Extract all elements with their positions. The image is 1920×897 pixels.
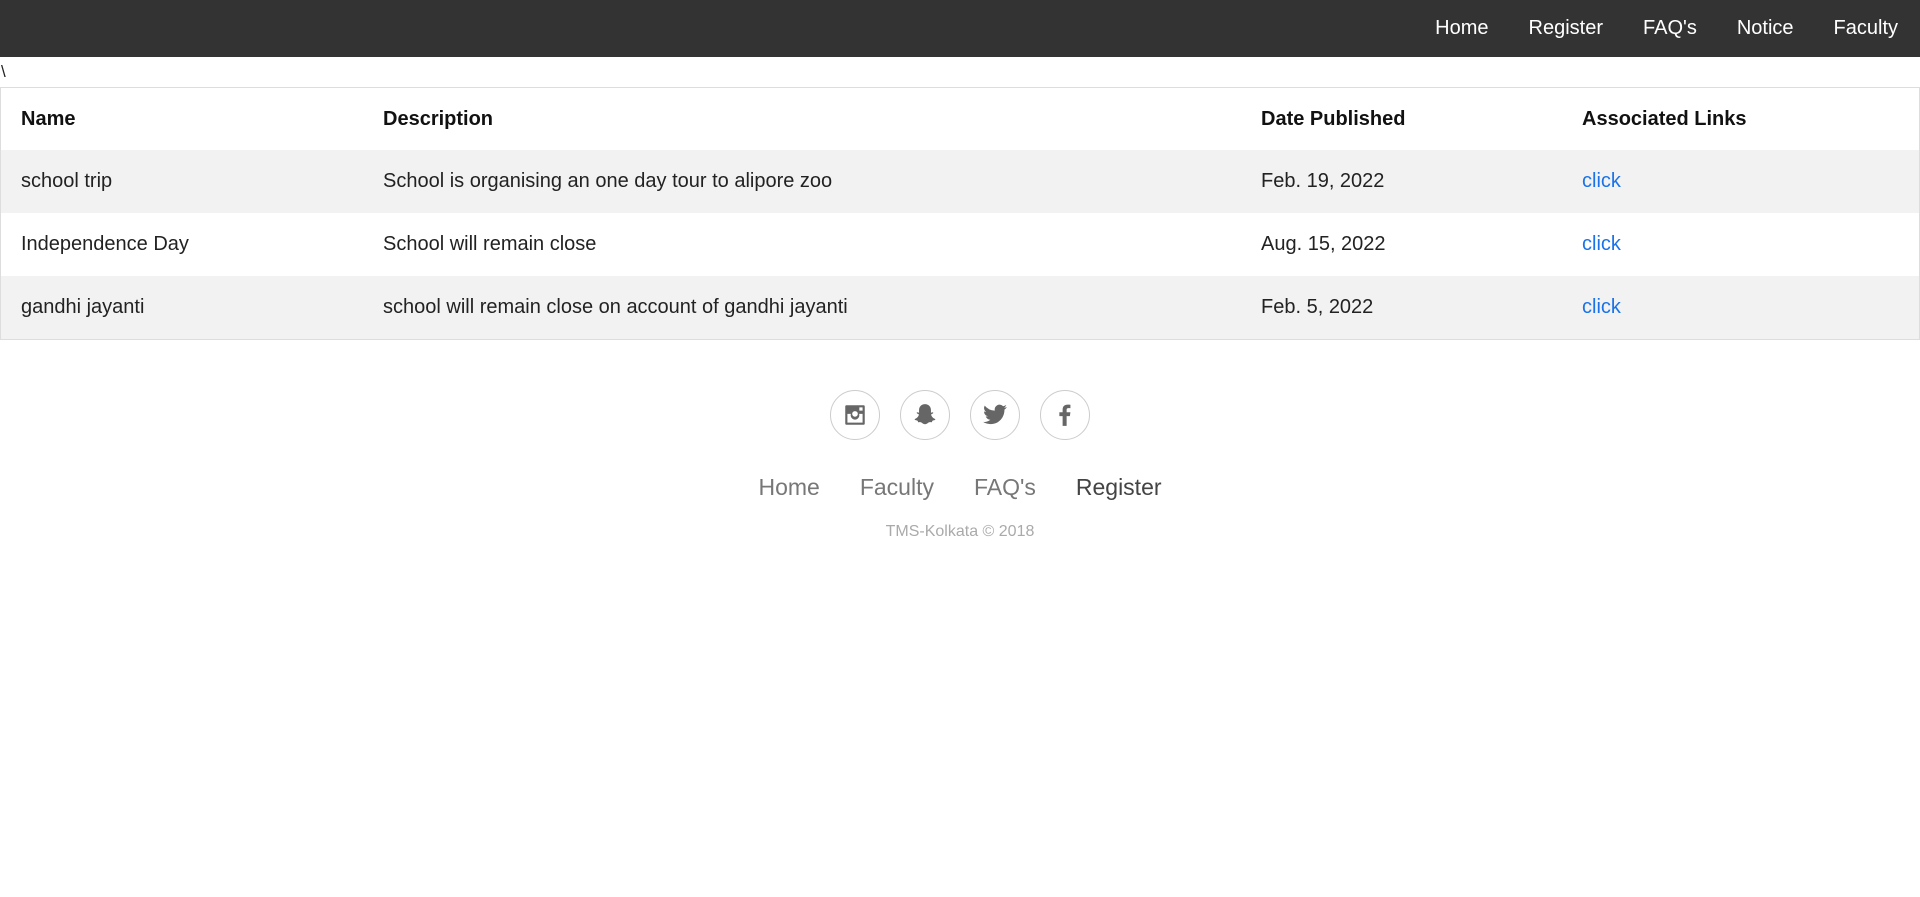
cell-description: School is organising an one day tour to … bbox=[383, 170, 833, 192]
nav-faculty[interactable]: Faculty bbox=[1814, 0, 1918, 57]
cell-description: school will remain close on account of g… bbox=[383, 296, 848, 318]
cell-link: click bbox=[1562, 150, 1920, 213]
click-link[interactable]: click bbox=[1582, 170, 1621, 192]
stray-backslash: \ bbox=[1, 62, 6, 81]
footer-link-faculty[interactable]: Faculty bbox=[840, 474, 954, 501]
cell-date: Feb. 19, 2022 bbox=[1261, 170, 1385, 192]
cell-link: click bbox=[1562, 213, 1920, 276]
notice-table: Name Description Date Published Associat… bbox=[0, 87, 1920, 340]
cell-date: Feb. 5, 2022 bbox=[1261, 296, 1374, 318]
header-description: Description bbox=[383, 107, 494, 130]
snapchat-icon bbox=[914, 404, 936, 425]
snapchat-button[interactable] bbox=[900, 390, 950, 440]
cell-date: Aug. 15, 2022 bbox=[1261, 233, 1386, 255]
footer-link-home[interactable]: Home bbox=[738, 474, 839, 501]
instagram-icon bbox=[845, 405, 865, 425]
header-name: Name bbox=[21, 107, 76, 130]
cell-name: gandhi jayanti bbox=[21, 296, 145, 318]
facebook-button[interactable] bbox=[1040, 390, 1090, 440]
nav-faqs[interactable]: FAQ's bbox=[1623, 0, 1717, 57]
table-header-row: Name Description Date Published Associat… bbox=[1, 88, 1920, 151]
footer-nav: Home Faculty FAQ's Register bbox=[0, 474, 1920, 501]
social-links bbox=[0, 390, 1920, 440]
table-row: school trip School is organising an one … bbox=[0, 150, 1920, 213]
cell-name: Independence Day bbox=[21, 233, 189, 255]
top-navbar: Home Register FAQ's Notice Faculty bbox=[0, 0, 1920, 57]
nav-notice[interactable]: Notice bbox=[1717, 0, 1814, 57]
facebook-icon bbox=[1059, 404, 1071, 426]
table-row: gandhi jayanti school will remain close … bbox=[0, 276, 1920, 340]
cell-link: click bbox=[1562, 276, 1920, 340]
header-links: Associated Links bbox=[1582, 107, 1747, 130]
instagram-button[interactable] bbox=[830, 390, 880, 440]
table-row: Independence Day School will remain clos… bbox=[0, 213, 1920, 276]
header-date: Date Published bbox=[1261, 107, 1406, 130]
footer-link-faqs[interactable]: FAQ's bbox=[954, 474, 1056, 501]
twitter-button[interactable] bbox=[970, 390, 1020, 440]
copyright-text: TMS-Kolkata © 2018 bbox=[885, 523, 1035, 540]
twitter-icon bbox=[983, 404, 1007, 425]
footer-link-register[interactable]: Register bbox=[1056, 474, 1182, 501]
cell-name: school trip bbox=[21, 170, 113, 192]
nav-home[interactable]: Home bbox=[1415, 0, 1508, 57]
footer: Home Faculty FAQ's Register TMS-Kolkata … bbox=[0, 390, 1920, 541]
cell-description: School will remain close bbox=[383, 233, 597, 255]
click-link[interactable]: click bbox=[1582, 296, 1621, 318]
nav-register[interactable]: Register bbox=[1509, 0, 1623, 57]
click-link[interactable]: click bbox=[1582, 233, 1621, 255]
